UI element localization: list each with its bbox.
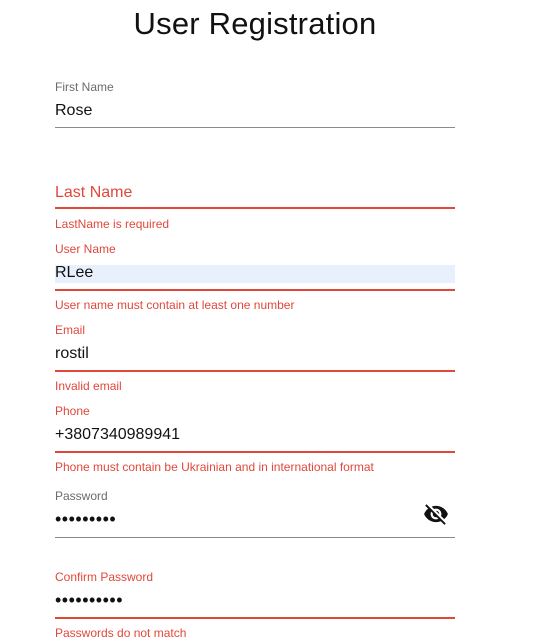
phone-input[interactable]: +3807340989941 xyxy=(55,426,180,444)
first-name-input[interactable]: Rose xyxy=(55,102,92,120)
last-name-error: LastName is required xyxy=(55,217,170,231)
email-label: Email xyxy=(55,323,86,337)
phone-field[interactable]: Phone +3807340989941 Phone must contain … xyxy=(55,404,455,476)
password-underline xyxy=(55,537,455,538)
confirm-password-underline xyxy=(55,617,455,619)
user-name-label: User Name xyxy=(55,242,116,256)
email-field[interactable]: Email rostil Invalid email xyxy=(55,323,455,395)
user-name-underline xyxy=(55,289,455,291)
eye-off-icon[interactable] xyxy=(423,501,449,527)
email-error: Invalid email xyxy=(55,379,122,393)
confirm-password-field[interactable]: Confirm Password •••••••••• Passwords do… xyxy=(55,570,455,642)
confirm-password-label: Confirm Password xyxy=(55,570,154,584)
password-label: Password xyxy=(55,489,108,503)
email-input[interactable]: rostil xyxy=(55,345,89,363)
last-name-input[interactable]: Last Name xyxy=(55,184,132,202)
user-name-input[interactable]: RLee xyxy=(55,264,93,282)
eye-off-icon-svg xyxy=(424,504,448,525)
user-name-autofill-bg xyxy=(55,265,455,283)
email-underline xyxy=(55,370,455,372)
last-name-field[interactable]: Last Name LastName is required xyxy=(55,182,455,234)
password-field[interactable]: Password ••••••••• xyxy=(55,489,455,541)
user-name-field[interactable]: User Name RLee User name must contain at… xyxy=(55,242,455,314)
phone-label: Phone xyxy=(55,404,90,418)
first-name-field[interactable]: First Name Rose xyxy=(55,80,455,130)
phone-error: Phone must contain be Ukrainian and in i… xyxy=(55,460,374,474)
phone-underline xyxy=(55,451,455,453)
confirm-password-error: Passwords do not match xyxy=(55,626,187,640)
first-name-label: First Name xyxy=(55,80,114,94)
password-input[interactable]: ••••••••• xyxy=(55,509,116,530)
page-title: User Registration xyxy=(133,6,377,41)
confirm-password-input[interactable]: •••••••••• xyxy=(55,590,123,611)
user-name-error: User name must contain at least one numb… xyxy=(55,298,295,312)
first-name-underline xyxy=(55,127,455,128)
last-name-underline xyxy=(55,207,455,209)
